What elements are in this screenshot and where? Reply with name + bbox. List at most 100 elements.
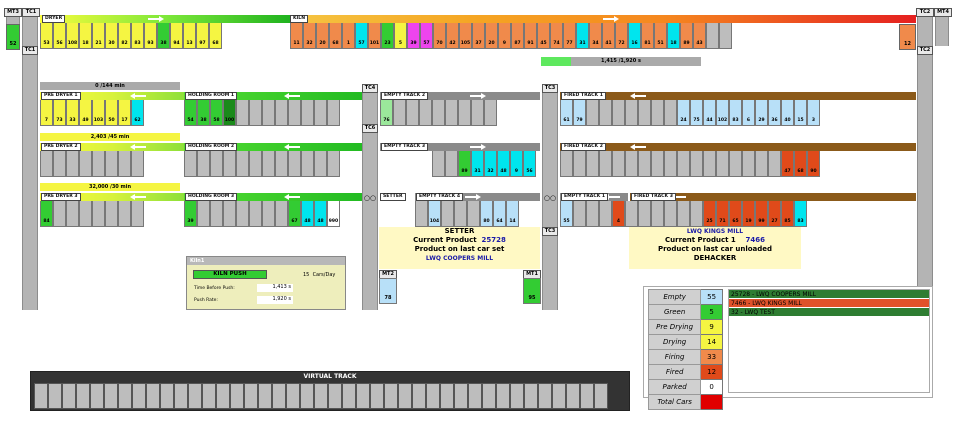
holding-room-car[interactable]: 48	[301, 201, 314, 227]
fired-track-car[interactable]: 47	[781, 151, 794, 177]
fired-track-car[interactable]	[651, 201, 664, 227]
holding-room-car[interactable]	[210, 201, 223, 227]
fired-track-car[interactable]	[599, 201, 612, 227]
tc-tc3-top[interactable]: TC3	[542, 84, 558, 93]
tc-mt4[interactable]: MT4	[934, 8, 952, 17]
pre-dryer-car[interactable]	[66, 151, 79, 177]
fired-track-car[interactable]: 4	[612, 201, 625, 227]
kiln-cells-car[interactable]: 101	[368, 23, 381, 49]
pre-dryer-car[interactable]: 7	[40, 100, 53, 126]
kiln-cells-car[interactable]: 105	[459, 23, 472, 49]
virtual-car-slot[interactable]	[356, 383, 370, 409]
empty-track-car[interactable]: 104	[428, 201, 441, 227]
kiln-cells-car[interactable]: 91	[524, 23, 537, 49]
fired-track-car[interactable]	[664, 151, 677, 177]
virtual-car-slot[interactable]	[146, 383, 160, 409]
fired-track-car[interactable]	[625, 100, 638, 126]
pre-dryer-car[interactable]: 17	[118, 100, 131, 126]
fired-track-car[interactable]	[651, 100, 664, 126]
holding-room-car[interactable]	[249, 100, 262, 126]
tc-tc2-top[interactable]: TC2	[916, 8, 934, 17]
empty-track-car[interactable]: 32	[484, 151, 497, 177]
empty-track-car[interactable]: 80	[480, 201, 493, 227]
holding-room-car[interactable]	[262, 151, 275, 177]
fired-track-car[interactable]: 55	[560, 201, 573, 227]
fired-track-car[interactable]: 83	[794, 201, 807, 227]
kiln-cells-car[interactable]: 70	[433, 23, 446, 49]
kiln-cells-car[interactable]: 31	[576, 23, 589, 49]
pre-dryer-car[interactable]	[105, 201, 118, 227]
fired-track-car[interactable]: 65	[729, 201, 742, 227]
fired-track-car[interactable]: 15	[794, 100, 807, 126]
fired-track-car[interactable]: 40	[781, 100, 794, 126]
fired-track-car[interactable]	[651, 151, 664, 177]
fired-track-car[interactable]: 68	[794, 151, 807, 177]
virtual-car-slot[interactable]	[202, 383, 216, 409]
virtual-car-slot[interactable]	[412, 383, 426, 409]
fired-track-car[interactable]: 83	[729, 100, 742, 126]
fired-track-car[interactable]	[573, 151, 586, 177]
fired-track-car[interactable]	[586, 201, 599, 227]
pre-dryer-car[interactable]: 62	[131, 100, 144, 126]
fired-track-car[interactable]: 71	[716, 201, 729, 227]
holding-room-car[interactable]	[275, 151, 288, 177]
pre-dryer-car[interactable]: 84	[40, 201, 53, 227]
empty-track-car[interactable]	[441, 201, 454, 227]
empty-track-car[interactable]	[406, 100, 419, 126]
fired-track-car[interactable]: 25	[703, 201, 716, 227]
virtual-car-slot[interactable]	[272, 383, 286, 409]
virtual-car-slot[interactable]	[440, 383, 454, 409]
virtual-car-slot[interactable]	[594, 383, 608, 409]
dryer-cells-car[interactable]: 18	[79, 23, 92, 49]
kiln-cells-car[interactable]: 89	[680, 23, 693, 49]
empty-track-car[interactable]: 76	[380, 100, 393, 126]
kiln-cells-car[interactable]: 51	[654, 23, 667, 49]
fired-track-car[interactable]	[690, 201, 703, 227]
kiln-cells-car[interactable]: 72	[615, 23, 628, 49]
dryer-cells-car[interactable]: 30	[105, 23, 118, 49]
holding-room-car[interactable]	[197, 201, 210, 227]
virtual-car-slot[interactable]	[160, 383, 174, 409]
holding-room-car[interactable]	[275, 100, 288, 126]
virtual-car-slot[interactable]	[188, 383, 202, 409]
virtual-car-slot[interactable]	[118, 383, 132, 409]
kiln-cells-car[interactable]: 57	[355, 23, 368, 49]
fired-track-car[interactable]: 75	[690, 100, 703, 126]
virtual-car-slot[interactable]	[566, 383, 580, 409]
virtual-car-slot[interactable]	[342, 383, 356, 409]
virtual-car-slot[interactable]	[426, 383, 440, 409]
empty-track-car[interactable]	[432, 151, 445, 177]
fired-track-car[interactable]	[768, 151, 781, 177]
fired-track-car[interactable]	[638, 201, 651, 227]
holding-room-car[interactable]: 48	[314, 201, 327, 227]
kiln-cells-car[interactable]: 57	[420, 23, 433, 49]
virtual-car-slot[interactable]	[90, 383, 104, 409]
kiln-cells-car[interactable]: 23	[381, 23, 394, 49]
virtual-car-slot[interactable]	[132, 383, 146, 409]
virtual-car-slot[interactable]	[482, 383, 496, 409]
fired-track-car[interactable]	[573, 201, 586, 227]
fired-track-car[interactable]: 27	[768, 201, 781, 227]
fired-track-car[interactable]: 44	[703, 100, 716, 126]
kiln-cells-car[interactable]: 43	[693, 23, 706, 49]
virtual-car-slot[interactable]	[62, 383, 76, 409]
fired-track-car[interactable]	[638, 151, 651, 177]
holding-room-car[interactable]: 39	[184, 201, 197, 227]
virtual-car-slot[interactable]	[538, 383, 552, 409]
empty-track-car[interactable]	[432, 100, 445, 126]
virtual-car-slot[interactable]	[454, 383, 468, 409]
holding-room-car[interactable]	[262, 201, 275, 227]
kiln-cells-car[interactable]: 18	[667, 23, 680, 49]
kiln-cells-car[interactable]: 77	[563, 23, 576, 49]
dryer-cells-car[interactable]: 94	[170, 23, 183, 49]
fired-track-car[interactable]	[703, 151, 716, 177]
holding-room-car[interactable]	[236, 151, 249, 177]
virtual-car-slot[interactable]	[244, 383, 258, 409]
virtual-car-slot[interactable]	[48, 383, 62, 409]
virtual-car-slot[interactable]	[524, 383, 538, 409]
empty-track-car[interactable]: 64	[493, 201, 506, 227]
empty-track-car[interactable]	[467, 201, 480, 227]
empty-track-car[interactable]: 14	[506, 201, 519, 227]
virtual-car-slot[interactable]	[286, 383, 300, 409]
mt3-car[interactable]: 52	[6, 24, 20, 50]
